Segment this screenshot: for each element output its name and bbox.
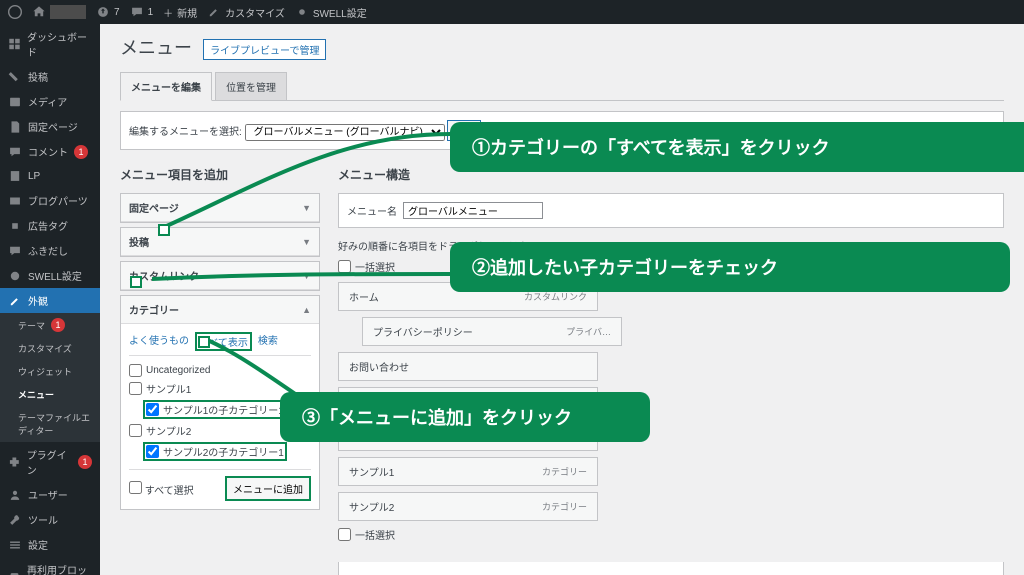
chk-sample2child[interactable]: サンプル2の子カテゴリー1: [129, 440, 311, 463]
annotation-callout-1: ①カテゴリーの「すべてを表示」をクリック: [450, 122, 1024, 172]
sidebar-themes[interactable]: テーマ1: [0, 313, 100, 337]
accordion-category-toggle[interactable]: カテゴリー▲: [121, 296, 319, 324]
sidebar-media[interactable]: メディア: [0, 89, 100, 114]
accordion-pages: 固定ページ▼: [120, 193, 320, 223]
chevron-up-icon: ▲: [302, 305, 311, 315]
sidebar-tools[interactable]: ツール: [0, 507, 100, 532]
sidebar-menus[interactable]: メニュー: [0, 383, 100, 406]
menu-item[interactable]: サンプル1カテゴリー: [338, 457, 598, 486]
plugins-badge: 1: [78, 455, 92, 469]
menu-structure-column: メニュー構造 メニュー名 好みの順番に各項目をドラッグしてください。 一括選択 …: [338, 166, 1004, 575]
admin-sidebar: ダッシュボード 投稿 メディア 固定ページ コメント1 LP ブログパーツ 広告…: [0, 24, 100, 575]
admin-toolbar: 7 1 ＋ 新規 カスタマイズ SWELL設定: [0, 0, 1024, 24]
sidebar-appearance[interactable]: 外観: [0, 288, 100, 313]
annotation-marker: [158, 224, 170, 236]
bulk-select-bottom[interactable]: 一括選択: [338, 527, 1004, 542]
sidebar-plugins[interactable]: プラグイン1: [0, 442, 100, 482]
add-to-menu-button[interactable]: メニューに追加: [225, 476, 311, 501]
subtab-search[interactable]: 検索: [258, 332, 278, 351]
sidebar-swell[interactable]: SWELL設定: [0, 263, 100, 288]
main-content: メニュー ライブプレビューで管理 メニューを編集 位置を管理 編集するメニューを…: [100, 24, 1024, 575]
add-items-title: メニュー項目を追加: [120, 166, 320, 183]
customize-link[interactable]: カスタマイズ: [207, 5, 285, 20]
sidebar-customize[interactable]: カスタマイズ: [0, 337, 100, 360]
select-label: 編集するメニューを選択:: [129, 127, 242, 138]
subtab-recent[interactable]: よく使うもの: [129, 332, 189, 351]
wp-logo[interactable]: [8, 5, 22, 19]
menu-name-input[interactable]: [403, 202, 543, 219]
menu-name-row: メニュー名: [338, 193, 1004, 228]
site-home[interactable]: [32, 5, 86, 19]
annotation-callout-2: ②追加したい子カテゴリーをチェック: [450, 242, 1010, 292]
chevron-down-icon: ▼: [302, 237, 311, 247]
chevron-down-icon: ▼: [302, 203, 311, 213]
swell-settings[interactable]: SWELL設定: [295, 5, 367, 20]
sidebar-reusable[interactable]: 再利用ブロック: [0, 557, 100, 575]
menu-item[interactable]: お問い合わせ: [338, 352, 598, 381]
accordion-posts: 投稿▼: [120, 227, 320, 257]
tab-edit-menus[interactable]: メニューを編集: [120, 72, 212, 101]
menu-settings: スマホ用ヘッダー スマホ開閉メニュー内 フッター (領域の設定: フッターメニュ…: [338, 562, 1004, 575]
new-content[interactable]: ＋ 新規: [163, 5, 197, 20]
annotation-marker: [130, 276, 142, 288]
tab-manage-locations[interactable]: 位置を管理: [215, 72, 287, 100]
category-subtabs: よく使うもの すべて表示 検索: [129, 332, 311, 356]
page-title: メニュー: [120, 34, 192, 60]
sidebar-settings[interactable]: 設定: [0, 532, 100, 557]
chk-uncategorized[interactable]: Uncategorized: [129, 362, 311, 379]
sidebar-widgets[interactable]: ウィジェット: [0, 360, 100, 383]
menu-select[interactable]: グローバルメニュー (グローバルナビ): [245, 124, 445, 141]
nav-tabs: メニューを編集 位置を管理: [120, 72, 1004, 101]
accordion-pages-toggle[interactable]: 固定ページ▼: [121, 194, 319, 222]
sidebar-lp[interactable]: LP: [0, 164, 100, 188]
accordion-custom-link: カスタムリンク▼: [120, 261, 320, 291]
sidebar-posts[interactable]: 投稿: [0, 64, 100, 89]
sidebar-pages[interactable]: 固定ページ: [0, 114, 100, 139]
menu-item[interactable]: サンプル2カテゴリー: [338, 492, 598, 521]
select-all[interactable]: すべて選択: [129, 481, 194, 497]
annotation-marker: [198, 336, 210, 348]
sidebar-theme-editor[interactable]: テーマファイルエディター: [0, 406, 100, 442]
menu-item[interactable]: プライバシーポリシープライバ…: [362, 317, 622, 346]
add-items-column: メニュー項目を追加 固定ページ▼ 投稿▼ カスタムリンク▼ カテゴリー▲ よく使…: [120, 166, 320, 575]
comments-count[interactable]: 1: [130, 5, 154, 19]
sidebar-users[interactable]: ユーザー: [0, 482, 100, 507]
menu-name-label: メニュー名: [347, 203, 397, 218]
chevron-down-icon: ▼: [302, 271, 311, 281]
sidebar-fukidashi[interactable]: ふきだし: [0, 238, 100, 263]
sidebar-blogparts[interactable]: ブログパーツ: [0, 188, 100, 213]
sidebar-adtag[interactable]: 広告タグ: [0, 213, 100, 238]
updates-count[interactable]: 7: [96, 5, 120, 19]
sidebar-comments[interactable]: コメント1: [0, 139, 100, 164]
comments-badge: 1: [74, 145, 88, 159]
annotation-callout-3: ③「メニューに追加」をクリック: [280, 392, 650, 442]
sidebar-dashboard[interactable]: ダッシュボード: [0, 24, 100, 64]
themes-badge: 1: [51, 318, 65, 332]
accordion-posts-toggle[interactable]: 投稿▼: [121, 228, 319, 256]
live-preview-button[interactable]: ライブプレビューで管理: [203, 39, 326, 60]
accordion-custom-toggle[interactable]: カスタムリンク▼: [121, 262, 319, 290]
